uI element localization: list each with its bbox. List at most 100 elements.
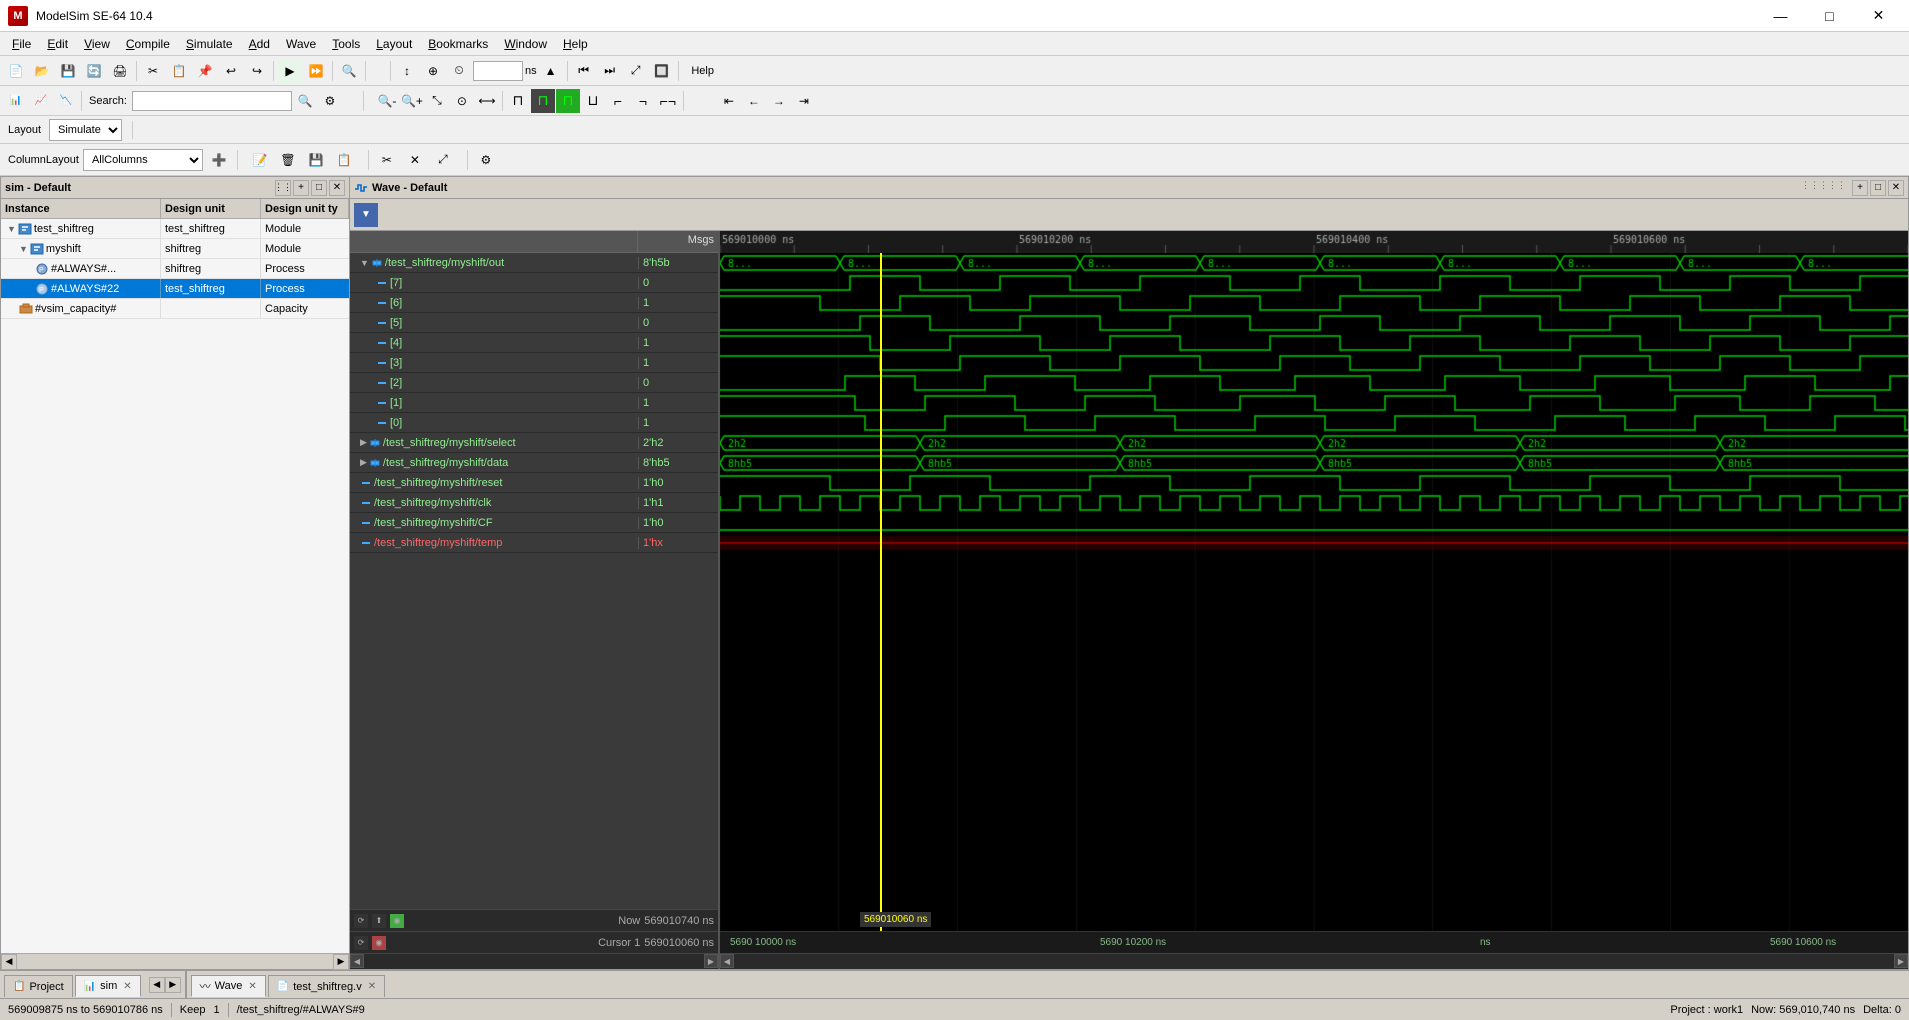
sig-scroll-left[interactable]: ◀ (350, 954, 364, 968)
menu-file[interactable]: File (4, 35, 39, 53)
tab-wave[interactable]: 〰 Wave ✕ (191, 975, 266, 997)
tab-sim-close[interactable]: ✕ (123, 981, 131, 992)
time-input[interactable]: 100 (473, 61, 523, 81)
signal-row-0[interactable]: [0] 1 (350, 413, 718, 433)
shape-btn5[interactable]: ⌐ (606, 89, 630, 113)
save-btn[interactable]: 💾 (56, 59, 80, 83)
col-expand-btn[interactable]: ⤢ (431, 148, 455, 172)
menu-simulate[interactable]: Simulate (178, 35, 241, 53)
signal-row-select[interactable]: ▶ /test_shiftreg/myshift/select 2'h2 (350, 433, 718, 453)
menu-bookmarks[interactable]: Bookmarks (420, 35, 496, 53)
wave-scroll-right[interactable]: ▶ (1894, 954, 1908, 968)
col-del-btn[interactable]: ✕ (403, 148, 427, 172)
wave-canvas[interactable] (720, 253, 1908, 931)
menu-tools[interactable]: Tools (324, 35, 368, 53)
zoom-minus-btn[interactable]: 🔍- (375, 89, 399, 113)
run-btn[interactable]: ▶ (278, 59, 302, 83)
zoom-fit-btn[interactable]: ⤢ (624, 59, 648, 83)
zoom-out-btn[interactable]: ⏭ (598, 59, 622, 83)
search-opts-btn[interactable]: ⚙ (318, 89, 342, 113)
zoom-in-btn[interactable]: ⏮ (572, 59, 596, 83)
cursor-bar-btn2[interactable]: ◉ (372, 936, 386, 950)
col-add-btn[interactable]: ➕ (207, 148, 231, 172)
signal-row-4[interactable]: [4] 1 (350, 333, 718, 353)
sig-expand-data[interactable]: ▶ (360, 457, 367, 468)
panel-add-btn[interactable]: + (293, 180, 309, 196)
tab-shiftreg-v[interactable]: 📄 test_shiftreg.v ✕ (268, 975, 385, 997)
wave-restore-btn[interactable]: □ (1870, 180, 1886, 196)
signal-row-temp[interactable]: /test_shiftreg/myshift/temp 1'hx (350, 533, 718, 553)
cursor-bar-btn1[interactable]: ⟳ (354, 936, 368, 950)
panel-resize-btn[interactable]: ⋮⋮ (275, 180, 291, 196)
wave-scroll-track[interactable] (734, 954, 1894, 969)
tab-nav-left[interactable]: ◀ (149, 977, 165, 993)
wave-time-btn[interactable]: ⏲ (447, 59, 471, 83)
nav-btn3[interactable]: → (767, 89, 791, 113)
wave-add-btn[interactable]: + (1852, 180, 1868, 196)
tree-row-2[interactable]: P #ALWAYS#... shiftreg Process (1, 259, 349, 279)
scroll-left-btn[interactable]: ◀ (1, 954, 17, 970)
waveform-svg-area[interactable]: 569010060 ns (720, 253, 1908, 931)
signal-row-7[interactable]: [7] 0 (350, 273, 718, 293)
shape-btn4[interactable]: ⊔ (581, 89, 605, 113)
maximize-button[interactable]: □ (1807, 0, 1852, 32)
time-up-btn[interactable]: ▲ (539, 59, 563, 83)
wave-scroll-left[interactable]: ◀ (720, 954, 734, 968)
signal-row-3[interactable]: [3] 1 (350, 353, 718, 373)
sig-expand-select[interactable]: ▶ (360, 437, 367, 448)
signal-hscroll[interactable]: ◀ ▶ (350, 953, 718, 969)
wave-resize-handle[interactable]: ⋮⋮⋮⋮⋮ (1801, 180, 1846, 196)
zoom-full-btn[interactable]: ⟷ (475, 89, 499, 113)
wave-close-btn[interactable]: ✕ (1888, 180, 1904, 196)
zoom-sel-btn[interactable]: 🔲 (650, 59, 674, 83)
shape-btn1[interactable]: ⊓ (506, 89, 530, 113)
col-layout-select[interactable]: AllColumns (83, 149, 203, 171)
signal-row-6[interactable]: [6] 1 (350, 293, 718, 313)
col-edit-btn2[interactable]: 🗑 (276, 148, 300, 172)
col-cut-btn[interactable]: ✂ (375, 148, 399, 172)
shape-btn7[interactable]: ⌐¬ (656, 89, 680, 113)
new-btn[interactable]: 📄 (4, 59, 28, 83)
nav-btn2[interactable]: ← (742, 89, 766, 113)
search-btn[interactable]: 🔍 (293, 89, 317, 113)
close-button[interactable]: ✕ (1856, 0, 1901, 32)
signal-row-1[interactable]: [1] 1 (350, 393, 718, 413)
menu-wave[interactable]: Wave (278, 35, 324, 53)
tree-row-3[interactable]: P #ALWAYS#22 test_shiftreg Process (1, 279, 349, 299)
sig-bar-btn1[interactable]: ⟳ (354, 914, 368, 928)
tab-nav-right[interactable]: ▶ (165, 977, 181, 993)
signal-row-2[interactable]: [2] 0 (350, 373, 718, 393)
shape-btn2[interactable]: ⊓ (531, 89, 555, 113)
paste-btn[interactable]: 📌 (193, 59, 217, 83)
scroll-right-btn[interactable]: ▶ (333, 954, 349, 970)
sig-btn1[interactable]: 📊 (4, 89, 28, 113)
shape-btn3[interactable]: ⊓ (556, 89, 580, 113)
sig-expand-out[interactable]: ▼ (360, 258, 369, 268)
col-misc-btn[interactable]: ⚙ (474, 148, 498, 172)
wave-zoom-btn[interactable]: ⊕ (421, 59, 445, 83)
tab-shiftreg-close[interactable]: ✕ (368, 981, 376, 992)
sig-bar-btn2[interactable]: ⬆ (372, 914, 386, 928)
col-edit-btn4[interactable]: 📋 (332, 148, 356, 172)
menu-view[interactable]: View (76, 35, 118, 53)
menu-help[interactable]: Help (555, 35, 596, 53)
expand-1[interactable]: ▼ (19, 244, 28, 254)
menu-edit[interactable]: Edit (39, 35, 76, 53)
col-edit-btn3[interactable]: 💾 (304, 148, 328, 172)
sig-btn2[interactable]: 📈 (29, 89, 53, 113)
tree-row-4[interactable]: #vsim_capacity# Capacity (1, 299, 349, 319)
signal-row-clk[interactable]: /test_shiftreg/myshift/clk 1'h1 (350, 493, 718, 513)
print-btn[interactable]: 🖨 (108, 59, 132, 83)
tree-row-1[interactable]: ▼ myshift shiftreg Module (1, 239, 349, 259)
tab-sim[interactable]: 📊 sim ✕ (75, 975, 141, 997)
sig-scroll-right[interactable]: ▶ (704, 954, 718, 968)
signal-row-reset[interactable]: /test_shiftreg/myshift/reset 1'h0 (350, 473, 718, 493)
tab-wave-close[interactable]: ✕ (248, 981, 256, 992)
help-btn[interactable]: Help (683, 59, 723, 83)
undo-btn[interactable]: ↩ (219, 59, 243, 83)
wave-tb-btn1[interactable]: ▼ (354, 203, 378, 227)
expand-0[interactable]: ▼ (7, 224, 16, 234)
find-btn[interactable]: 🔍 (337, 59, 361, 83)
signal-row-5[interactable]: [5] 0 (350, 313, 718, 333)
signal-row-out[interactable]: ▼ /test_shiftreg/myshift/out 8'h5b (350, 253, 718, 273)
